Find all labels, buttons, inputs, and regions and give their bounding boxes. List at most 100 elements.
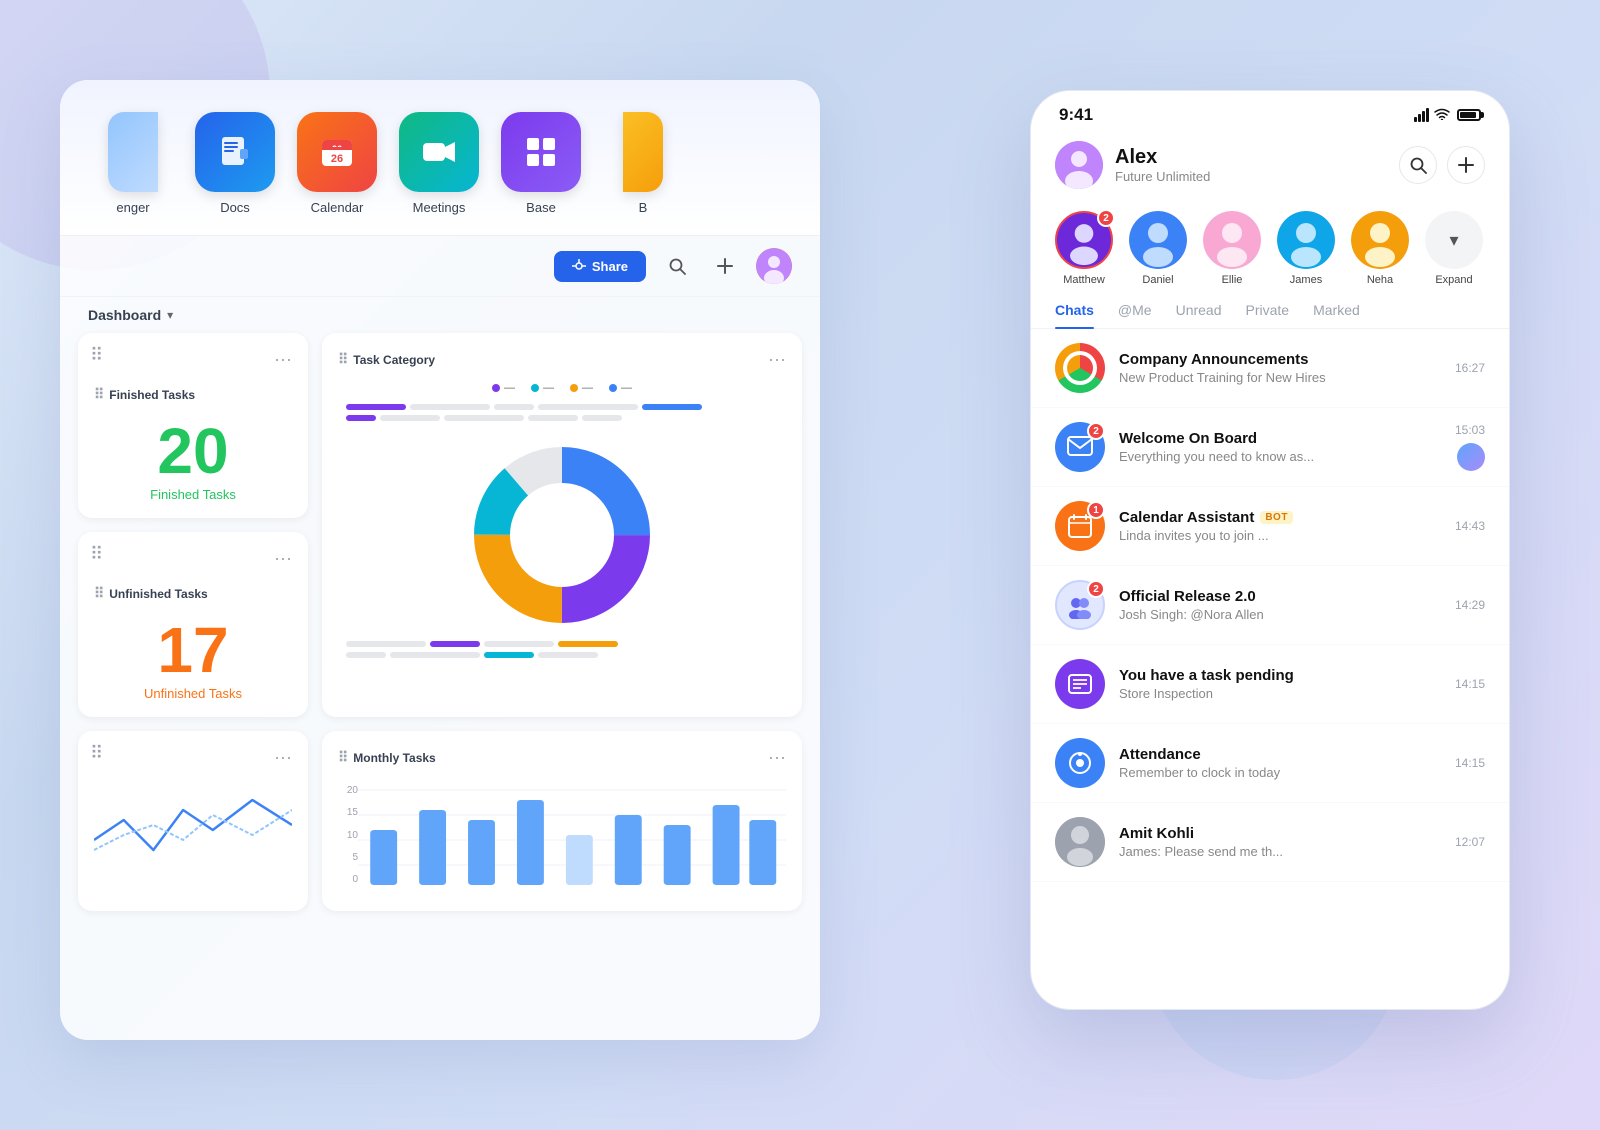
story-item-daniel[interactable]: Daniel [1129, 211, 1187, 286]
app-icon-partial-left: enger [88, 112, 178, 215]
tab-unread[interactable]: Unread [1176, 302, 1222, 328]
bar-chart-container: 20 15 10 5 0 [338, 780, 786, 895]
chat-content-amit-kohli: Amit Kohli James: Please send me th... [1119, 825, 1441, 859]
tab-marked[interactable]: Marked [1313, 302, 1360, 328]
chat-preview-amit-kohli: James: Please send me th... [1119, 844, 1441, 859]
chat-meta-announcements: 16:27 [1455, 361, 1485, 375]
story-name-james: James [1290, 274, 1322, 286]
app-icon-partial-right: B [598, 112, 688, 215]
stories-row: 2 Matthew Daniel [1031, 203, 1509, 302]
app-icon-box-calendar: 26 26 [297, 112, 377, 192]
widget-menu-monthly[interactable]: ··· [768, 747, 786, 768]
profile-text: Alex Future Unlimited [1115, 146, 1210, 184]
story-name-neha: Neha [1367, 274, 1393, 286]
share-icon [572, 259, 586, 273]
user-avatar[interactable] [756, 248, 792, 284]
expand-button[interactable]: ▾ [1425, 211, 1483, 269]
share-button[interactable]: Share [554, 251, 646, 282]
dashboard-chevron-icon[interactable]: ▾ [167, 308, 173, 322]
chat-content-announcements: Company Announcements New Product Traini… [1119, 351, 1441, 385]
chat-preview-welcome: Everything you need to know as... [1119, 449, 1441, 464]
app-icon-box-base [501, 112, 581, 192]
tab-private[interactable]: Private [1246, 302, 1290, 328]
donut-bottom-bars [338, 641, 786, 658]
donut-legend: — — — — [338, 382, 786, 394]
plus-icon [716, 257, 734, 275]
add-header-button[interactable] [1447, 146, 1485, 184]
tab-chats[interactable]: Chats [1055, 302, 1094, 328]
chat-meta-attendance: 14:15 [1455, 756, 1485, 770]
ellie-face [1203, 211, 1261, 269]
search-button[interactable] [660, 249, 694, 283]
donut-bar-row1 [346, 404, 778, 410]
unread-avatar-welcome [1457, 443, 1485, 471]
dashboard-grid: ⠿ ··· Finished Tasks 20 Finished Tasks T… [60, 333, 820, 929]
chat-meta-welcome: 15:03 [1455, 423, 1485, 471]
donut-bar-row2 [346, 415, 778, 421]
chat-item-official-release[interactable]: 2 Official Release 2.0 Josh Singh: @Nora… [1031, 566, 1509, 645]
app-icon-docs[interactable]: Docs [190, 112, 280, 215]
plus-header-icon [1457, 156, 1475, 174]
legend-item-purple: — [492, 382, 515, 394]
app-label-calendar: Calendar [311, 200, 364, 215]
finished-tasks-number: 20 [94, 419, 292, 483]
chat-name-welcome: Welcome On Board [1119, 430, 1441, 447]
app-icon-meetings[interactable]: Meetings [394, 112, 484, 215]
widget-menu-line[interactable]: ··· [274, 747, 292, 768]
attendance-icon [1067, 750, 1093, 776]
bar-y-axis: 20 15 10 5 0 [338, 780, 358, 890]
app-icon-base[interactable]: Base [496, 112, 586, 215]
widget-menu-finished[interactable]: ··· [274, 349, 292, 370]
donut-bars [338, 404, 786, 421]
profile-header: Alex Future Unlimited [1031, 131, 1509, 203]
story-name-expand: Expand [1435, 274, 1472, 286]
chat-item-attendance[interactable]: Attendance Remember to clock in today 14… [1031, 724, 1509, 803]
story-item-james[interactable]: James [1277, 211, 1335, 286]
neha-face [1351, 211, 1409, 269]
app-icons-row: enger Docs 26 26 [60, 80, 820, 236]
chat-item-welcome[interactable]: 2 Welcome On Board Everything you need t… [1031, 408, 1509, 487]
chat-time-announcements: 16:27 [1455, 361, 1485, 375]
story-item-ellie[interactable]: Ellie [1203, 211, 1261, 286]
app-icon-calendar[interactable]: 26 26 Calendar [292, 112, 382, 215]
chat-item-task-pending[interactable]: You have a task pending Store Inspection… [1031, 645, 1509, 724]
chat-item-company-announcements[interactable]: Company Announcements New Product Traini… [1031, 329, 1509, 408]
profile-avatar[interactable] [1055, 141, 1103, 189]
app-icon-box-meetings [399, 112, 479, 192]
story-item-neha[interactable]: Neha [1351, 211, 1409, 286]
widget-menu-unfinished[interactable]: ··· [274, 548, 292, 569]
toolbar: Share [60, 236, 820, 297]
widget-drag-handle-line[interactable]: ⠿ [90, 743, 103, 764]
search-header-button[interactable] [1399, 146, 1437, 184]
legend-item-cyan: — [531, 382, 554, 394]
add-button[interactable] [708, 249, 742, 283]
tab-me[interactable]: @Me [1118, 302, 1152, 328]
story-name-daniel: Daniel [1142, 274, 1173, 286]
search-icon [668, 257, 686, 275]
widget-menu-category[interactable]: ··· [768, 349, 786, 370]
line-chart-widget: ⠿ ··· [78, 731, 308, 911]
bar-chart-svg [358, 780, 786, 890]
chat-time-calendar: 14:43 [1455, 519, 1485, 533]
app-icon-box-docs [195, 112, 275, 192]
legend-dot-blue [609, 384, 617, 392]
widget-drag-handle-finished[interactable]: ⠿ [90, 345, 103, 366]
chat-content-official-release: Official Release 2.0 Josh Singh: @Nora A… [1119, 588, 1441, 622]
app-label-messenger: enger [116, 200, 149, 215]
story-item-matthew[interactable]: 2 Matthew [1055, 211, 1113, 286]
profile-info-section: Alex Future Unlimited [1055, 141, 1210, 189]
widget-drag-handle-unfinished[interactable]: ⠿ [90, 544, 103, 565]
chat-content-task-pending: You have a task pending Store Inspection [1119, 667, 1441, 701]
story-avatar-james [1277, 211, 1335, 269]
legend-item-blue: — [609, 382, 632, 394]
story-item-expand[interactable]: ▾ Expand [1425, 211, 1483, 286]
james-face [1277, 211, 1335, 269]
chat-avatar-attendance [1055, 738, 1105, 788]
app-icon-box-messenger [108, 112, 158, 192]
chat-item-amit-kohli[interactable]: Amit Kohli James: Please send me th... 1… [1031, 803, 1509, 882]
chat-preview-announcements: New Product Training for New Hires [1119, 370, 1441, 385]
share-label: Share [592, 259, 628, 274]
unfinished-tasks-widget: ⠿ ··· Unfinished Tasks 17 Unfinished Tas… [78, 532, 308, 717]
chat-avatar-announcements [1055, 343, 1105, 393]
chat-item-calendar[interactable]: 1 Calendar Assistant BOT Linda invites y… [1031, 487, 1509, 566]
